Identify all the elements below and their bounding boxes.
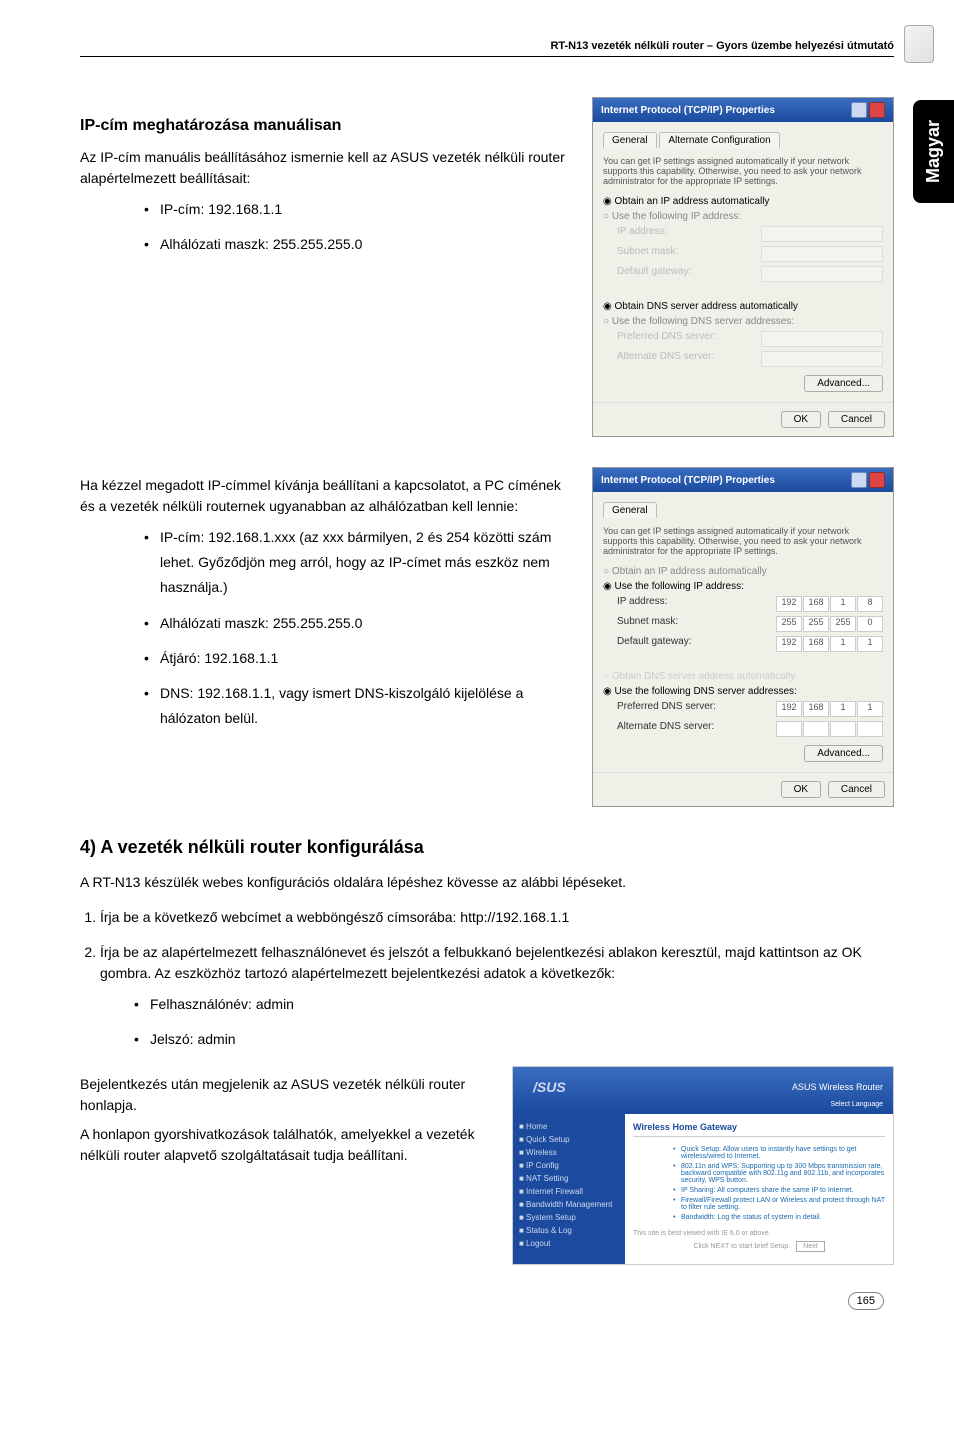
list-item: Felhasználónév: admin xyxy=(150,992,894,1017)
nav-item[interactable]: ■ Quick Setup xyxy=(519,1133,619,1146)
dns1-input[interactable]: 19216811 xyxy=(776,701,883,717)
subnet-input[interactable]: 2552552550 xyxy=(776,616,883,632)
dns2-input[interactable] xyxy=(776,721,883,737)
dialog-title-text: Internet Protocol (TCP/IP) Properties xyxy=(601,105,775,116)
gateway-input xyxy=(761,266,883,282)
content-title: Wireless Home Gateway xyxy=(633,1122,885,1137)
list-item: Átjáró: 192.168.1.1 xyxy=(160,646,572,671)
radio-use-dns[interactable]: ○ Use the following DNS server addresses… xyxy=(603,316,883,327)
section1-list: IP-cím: 192.168.1.1 Alhálózati maszk: 25… xyxy=(120,197,572,257)
field-label: IP address: xyxy=(617,226,667,242)
list-item: Alhálózati maszk: 255.255.255.0 xyxy=(160,611,572,636)
language-tab: Magyar xyxy=(913,100,954,203)
gateway-input[interactable]: 19216811 xyxy=(776,636,883,652)
router-homepage: /SUS ASUS Wireless Router Select Languag… xyxy=(512,1066,894,1265)
help-icon[interactable] xyxy=(851,472,867,488)
dialog-description: You can get IP settings assigned automat… xyxy=(603,526,883,556)
list-item: IP Sharing: All computers share the same… xyxy=(673,1187,885,1194)
help-icon[interactable] xyxy=(851,102,867,118)
ok-button[interactable]: OK xyxy=(781,411,821,428)
router-icon xyxy=(904,25,934,63)
steps-list: Írja be a következő webcímet a webböngés… xyxy=(80,907,894,1052)
advanced-button[interactable]: Advanced... xyxy=(804,745,883,762)
radio-obtain-dns[interactable]: ◉ Obtain DNS server address automaticall… xyxy=(603,301,883,312)
field-label: Alternate DNS server: xyxy=(617,721,714,737)
tab-general[interactable]: General xyxy=(603,502,657,518)
nav-item[interactable]: ■ Bandwidth Management xyxy=(519,1198,619,1211)
subnet-input xyxy=(761,246,883,262)
ip-input[interactable]: 19216818 xyxy=(776,596,883,612)
radio-use-ip[interactable]: ○ Use the following IP address: xyxy=(603,211,883,222)
section1-heading: IP-cím meghatározása manuálisan xyxy=(80,117,572,135)
nav-item[interactable]: ■ Status & Log xyxy=(519,1224,619,1237)
router-nav: ■ Home ■ Quick Setup ■ Wireless ■ IP Con… xyxy=(513,1114,625,1264)
header-title: RT-N13 vezeték nélküli router – Gyors üz… xyxy=(550,40,894,52)
nav-item[interactable]: ■ IP Config xyxy=(519,1159,619,1172)
next-label: Click NEXT to start brief Setup. xyxy=(693,1243,790,1250)
dialog-description: You can get IP settings assigned automat… xyxy=(603,156,883,186)
nav-item[interactable]: ■ NAT Setting xyxy=(519,1172,619,1185)
language-select[interactable]: Select Language xyxy=(523,1101,883,1108)
field-label: Subnet mask: xyxy=(617,616,678,632)
radio-obtain-dns: ○ Obtain DNS server address automaticall… xyxy=(603,671,883,682)
tcpip-dialog-auto: Internet Protocol (TCP/IP) Properties Ge… xyxy=(592,97,894,437)
section3-heading: 4) A vezeték nélküli router konfigurálás… xyxy=(80,837,894,858)
nav-item[interactable]: ■ System Setup xyxy=(519,1211,619,1224)
router-feature-list: Quick Setup: Allow users to instantly ha… xyxy=(633,1146,885,1221)
footer-note: This site is best viewed with IE 6.0 or … xyxy=(633,1230,885,1237)
field-label: Default gateway: xyxy=(617,266,692,282)
list-item: Jelszó: admin xyxy=(150,1027,894,1052)
nav-item[interactable]: ■ Logout xyxy=(519,1237,619,1250)
tab-alternate[interactable]: Alternate Configuration xyxy=(659,132,779,148)
list-item: Firewall/Firewall protect LAN or Wireles… xyxy=(673,1197,885,1211)
radio-obtain-ip[interactable]: ◉ Obtain an IP address automatically xyxy=(603,196,883,207)
radio-use-dns[interactable]: ◉ Use the following DNS server addresses… xyxy=(603,686,883,697)
section2-list: IP-cím: 192.168.1.xxx (az xxx bármilyen,… xyxy=(120,525,572,731)
nav-item[interactable]: ■ Wireless xyxy=(519,1146,619,1159)
field-label: Preferred DNS server: xyxy=(617,331,716,347)
list-item: Alhálózati maszk: 255.255.255.0 xyxy=(160,232,572,257)
tab-general[interactable]: General xyxy=(603,132,657,148)
close-icon[interactable] xyxy=(869,472,885,488)
ok-button[interactable]: OK xyxy=(781,781,821,798)
field-label: Alternate DNS server: xyxy=(617,351,714,367)
radio-obtain-ip[interactable]: ○ Obtain an IP address automatically xyxy=(603,566,883,577)
section3-para1: Bejelentkezés után megjelenik az ASUS ve… xyxy=(80,1074,492,1116)
dns1-input xyxy=(761,331,883,347)
list-item: DNS: 192.168.1.1, vagy ismert DNS-kiszol… xyxy=(160,681,572,731)
step-item: Írja be a következő webcímet a webböngés… xyxy=(100,907,894,928)
cancel-button[interactable]: Cancel xyxy=(828,781,885,798)
field-label: Subnet mask: xyxy=(617,246,678,262)
section2-intro: Ha kézzel megadott IP-címmel kívánja beá… xyxy=(80,475,572,517)
list-item: IP-cím: 192.168.1.xxx (az xxx bármilyen,… xyxy=(160,525,572,601)
field-label: Default gateway: xyxy=(617,636,692,652)
field-label: IP address: xyxy=(617,596,667,612)
close-icon[interactable] xyxy=(869,102,885,118)
dialog-title-text: Internet Protocol (TCP/IP) Properties xyxy=(601,475,775,486)
tcpip-dialog-manual: Internet Protocol (TCP/IP) Properties Ge… xyxy=(592,467,894,807)
section3-intro: A RT-N13 készülék webes konfigurációs ol… xyxy=(80,872,894,893)
cancel-button[interactable]: Cancel xyxy=(828,411,885,428)
ip-input xyxy=(761,226,883,242)
router-header-text: ASUS Wireless Router xyxy=(792,1082,883,1092)
asus-logo: /SUS xyxy=(523,1073,576,1101)
list-item: Quick Setup: Allow users to instantly ha… xyxy=(673,1146,885,1160)
next-button[interactable]: Next xyxy=(796,1241,824,1252)
nav-item[interactable]: ■ Internet Firewall xyxy=(519,1185,619,1198)
nav-item[interactable]: ■ Home xyxy=(519,1120,619,1133)
list-item: Bandwidth: Log the status of system in d… xyxy=(673,1214,885,1221)
advanced-button[interactable]: Advanced... xyxy=(804,375,883,392)
section3-para2: A honlapon gyorshivatkozások találhatók,… xyxy=(80,1124,492,1166)
page-number: 165 xyxy=(80,1295,894,1307)
step-item: Írja be az alapértelmezett felhasználóne… xyxy=(100,942,894,1052)
list-item: 802.11n and WPS: Supporting up to 300 Mb… xyxy=(673,1163,885,1184)
page-header: RT-N13 vezeték nélküli router – Gyors üz… xyxy=(80,40,894,57)
section1-intro: Az IP-cím manuális beállításához ismerni… xyxy=(80,147,572,189)
list-item: IP-cím: 192.168.1.1 xyxy=(160,197,572,222)
radio-use-ip[interactable]: ◉ Use the following IP address: xyxy=(603,581,883,592)
dns2-input xyxy=(761,351,883,367)
field-label: Preferred DNS server: xyxy=(617,701,716,717)
